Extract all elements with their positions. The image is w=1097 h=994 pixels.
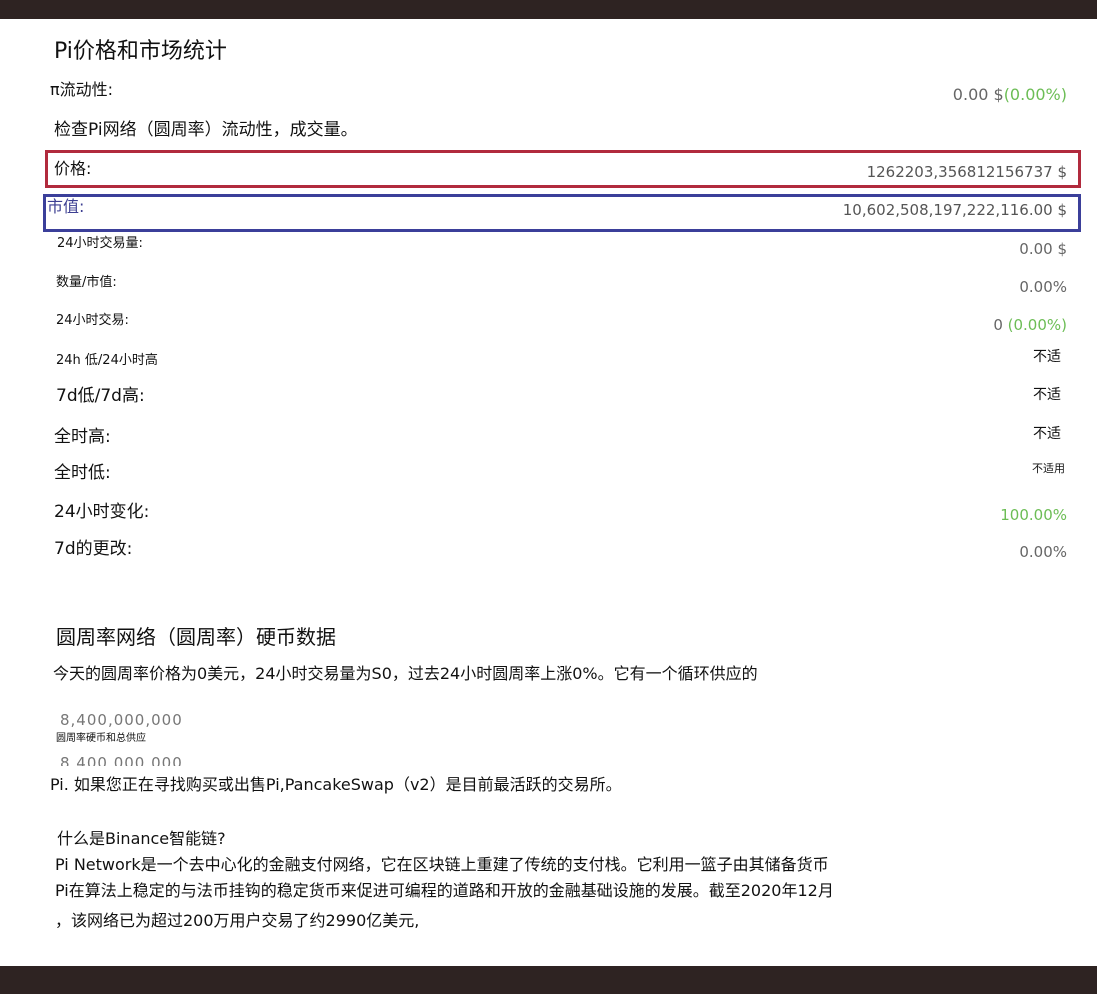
stat-label-volume-24h: 24小时交易量: — [57, 236, 143, 251]
stat-label-change-7d: 7d的更改: — [54, 539, 133, 559]
faq-paragraph-line: ，该网络已为超过200万用户交易了约2990亿美元, — [55, 911, 420, 930]
stat-value-range-24h: 不适 — [1033, 349, 1061, 365]
liquidity-description: 检查Pi网络（圆周率）流动性，成交量。 — [54, 120, 358, 140]
liquidity-value: 0.00 $(0.00%) — [953, 87, 1067, 103]
page-title: Pi价格和市场统计 — [54, 39, 227, 64]
stat-value-volume-24h: 0.00 $ — [1019, 240, 1067, 258]
stat-value-volume-mcap: 0.00% — [1019, 278, 1067, 296]
stat-value-change-24h: 100.00% — [1000, 506, 1067, 524]
faq-paragraph-line: Pi在算法上稳定的与法币挂钩的稳定货币来促进可编程的道路和开放的金融基础设施的发… — [55, 881, 834, 900]
coin-data-summary: 今天的圆周率价格为0美元，24小时交易量为S0，过去24小时圆周率上涨0%。它有… — [53, 664, 758, 683]
stat-label-volume-mcap: 数量/市值: — [56, 275, 117, 290]
liquidity-amount: 0.00 $ — [952, 85, 1004, 104]
trades-amount: 0 — [993, 316, 1008, 334]
trades-change: (0.00%) — [1007, 316, 1067, 334]
stat-value-range-7d: 不适 — [1033, 387, 1061, 403]
faq-question: 什么是Binance智能链? — [57, 829, 226, 848]
exchange-note: Pi. 如果您正在寻找购买或出售Pi,PancakeSwap（v2）是目前最活跃… — [50, 775, 622, 794]
stat-value-all-time-high: 不适 — [1033, 426, 1061, 442]
stat-label-trades-24h: 24小时交易: — [56, 313, 129, 328]
price-value: 1262203,356812156737 $ — [866, 163, 1067, 181]
stat-value-trades-24h: 0 (0.00%) — [993, 318, 1067, 333]
stat-label-all-time-high: 全时高: — [54, 427, 111, 447]
stat-label-range-24h: 24h 低/24小时高 — [56, 353, 158, 368]
stat-value-all-time-low: 不适用 — [1032, 462, 1065, 475]
stat-value-change-7d: 0.00% — [1019, 543, 1067, 561]
liquidity-change: (0.00%) — [1003, 85, 1067, 104]
stat-label-all-time-low: 全时低: — [54, 463, 111, 483]
faq-paragraph-line: Pi Network是一个去中心化的金融支付网络，它在区块链上重建了传统的支付栈… — [55, 855, 829, 874]
stat-label-change-24h: 24小时变化: — [54, 502, 150, 522]
liquidity-label: π流动性: — [50, 80, 114, 99]
stat-label-range-7d: 7d低/7d高: — [56, 386, 145, 406]
price-label: 价格: — [54, 159, 92, 178]
total-supply: 8,400,000,000 — [60, 756, 183, 766]
coin-data-title: 圆周率网络（圆周率）硬币数据 — [56, 625, 336, 649]
supply-label: 圆周率硬币和总供应 — [56, 733, 146, 744]
market-cap-value: 10,602,508,197,222,116.00 $ — [842, 201, 1067, 219]
market-cap-label: 市值: — [47, 197, 85, 216]
document-page: Pi价格和市场统计 π流动性: 0.00 $(0.00%) 检查Pi网络（圆周率… — [0, 19, 1097, 966]
circulating-supply: 8,400,000,000 — [60, 711, 183, 729]
